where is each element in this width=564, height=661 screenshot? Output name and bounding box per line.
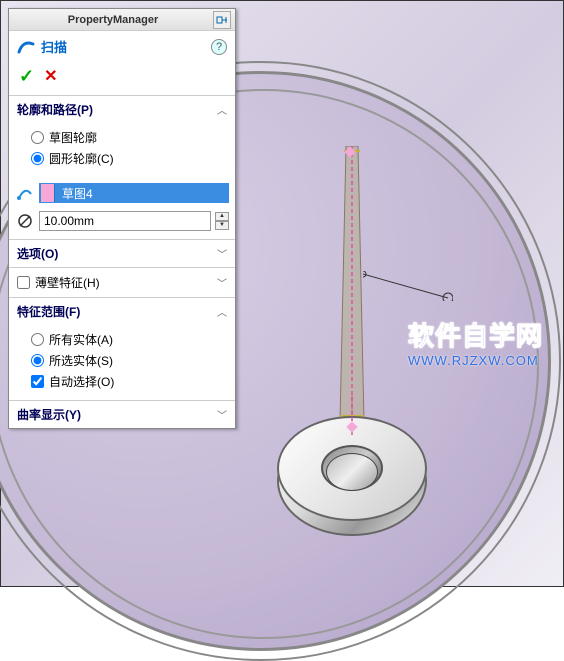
spin-down-button[interactable]: ▼ bbox=[215, 221, 229, 230]
callout-leader bbox=[363, 271, 453, 301]
path-icon bbox=[15, 183, 35, 203]
checkbox-input[interactable] bbox=[17, 276, 30, 289]
pin-button[interactable] bbox=[213, 11, 231, 29]
ok-button[interactable]: ✓ bbox=[19, 66, 34, 87]
diameter-field-row: ▲ ▼ bbox=[9, 209, 235, 233]
feature-title-row: 扫描 ? bbox=[9, 31, 235, 62]
section-title: 曲率显示(Y) bbox=[17, 406, 217, 423]
checkbox-label: 自动选择(O) bbox=[49, 373, 114, 390]
diameter-spinner: ▲ ▼ bbox=[215, 212, 229, 230]
path-selection-field[interactable]: 草图4 bbox=[39, 183, 229, 203]
section-header-options[interactable]: 选项(O) ﹀ bbox=[9, 240, 235, 267]
feature-name: 扫描 bbox=[41, 37, 205, 56]
chevron-down-icon: ﹀ bbox=[217, 246, 227, 261]
model-scene bbox=[227, 1, 563, 586]
thin-feature-checkbox[interactable]: 薄壁特征(H) ﹀ bbox=[9, 268, 235, 297]
cancel-button[interactable]: ✕ bbox=[44, 66, 57, 87]
radio-input[interactable] bbox=[31, 152, 44, 165]
spin-up-button[interactable]: ▲ bbox=[215, 212, 229, 221]
section-scope: 特征范围(F) ︿ 所有实体(A) 所选实体(S) 自动选择(O) bbox=[9, 297, 235, 400]
section-profile-path: 轮廓和路径(P) ︿ 草图轮廓 圆形轮廓(C) 草图4 bbox=[9, 95, 235, 233]
section-title: 轮廓和路径(P) bbox=[17, 101, 217, 118]
boss-hole-bottom bbox=[326, 453, 378, 491]
radio-sketch-profile[interactable]: 草图轮廓 bbox=[31, 127, 227, 148]
watermark: 软件自学网 WWW.RJZXW.COM bbox=[408, 316, 543, 368]
radio-label: 所选实体(S) bbox=[49, 352, 113, 369]
radio-selected-bodies[interactable]: 所选实体(S) bbox=[31, 350, 227, 371]
chevron-up-icon: ︿ bbox=[217, 304, 227, 319]
section-title: 特征范围(F) bbox=[17, 303, 217, 320]
radio-circle-profile[interactable]: 圆形轮廓(C) bbox=[31, 148, 227, 169]
check-auto-select[interactable]: 自动选择(O) bbox=[31, 371, 227, 392]
section-header-curvature[interactable]: 曲率显示(Y) ﹀ bbox=[9, 401, 235, 428]
diameter-input[interactable] bbox=[39, 211, 211, 231]
radio-label: 所有实体(A) bbox=[49, 331, 113, 348]
boss-cylinder bbox=[272, 411, 432, 571]
path-color-swatch bbox=[41, 184, 55, 202]
radio-input[interactable] bbox=[31, 333, 44, 346]
radio-all-bodies[interactable]: 所有实体(A) bbox=[31, 329, 227, 350]
section-thin: 薄壁特征(H) ﹀ bbox=[9, 267, 235, 297]
property-manager-panel: PropertyManager 扫描 ? ✓ ✕ 轮廓和路径(P) ︿ bbox=[8, 8, 236, 429]
sweep-icon bbox=[17, 38, 35, 56]
section-options: 选项(O) ﹀ bbox=[9, 239, 235, 267]
section-body-profile: 草图轮廓 圆形轮廓(C) bbox=[9, 123, 235, 177]
pin-icon bbox=[216, 14, 228, 26]
section-header-profile[interactable]: 轮廓和路径(P) ︿ bbox=[9, 96, 235, 123]
radio-label: 草图轮廓 bbox=[49, 129, 97, 146]
watermark-text: 软件自学网 bbox=[408, 316, 543, 353]
path-field-row: 草图4 bbox=[9, 181, 235, 205]
diameter-icon bbox=[15, 211, 35, 231]
section-header-scope[interactable]: 特征范围(F) ︿ bbox=[9, 298, 235, 325]
section-body-scope: 所有实体(A) 所选实体(S) 自动选择(O) bbox=[9, 325, 235, 400]
viewport-3d[interactable]: 软件自学网 WWW.RJZXW.COM PropertyManager 扫描 ?… bbox=[0, 0, 564, 587]
panel-header: PropertyManager bbox=[9, 9, 235, 31]
section-curvature: 曲率显示(Y) ﹀ bbox=[9, 400, 235, 428]
radio-input[interactable] bbox=[31, 354, 44, 367]
confirm-row: ✓ ✕ bbox=[9, 62, 235, 95]
section-title: 选项(O) bbox=[17, 245, 217, 262]
chevron-down-icon: ﹀ bbox=[217, 407, 227, 422]
radio-input[interactable] bbox=[31, 131, 44, 144]
path-value: 草图4 bbox=[56, 185, 99, 202]
chevron-down-icon: ﹀ bbox=[217, 275, 227, 290]
panel-title: PropertyManager bbox=[13, 14, 213, 26]
checkbox-label: 薄壁特征(H) bbox=[35, 274, 100, 291]
watermark-url: WWW.RJZXW.COM bbox=[408, 353, 543, 368]
chevron-up-icon: ︿ bbox=[217, 102, 227, 117]
help-button[interactable]: ? bbox=[211, 39, 227, 55]
radio-label: 圆形轮廓(C) bbox=[49, 150, 114, 167]
checkbox-input[interactable] bbox=[31, 375, 44, 388]
